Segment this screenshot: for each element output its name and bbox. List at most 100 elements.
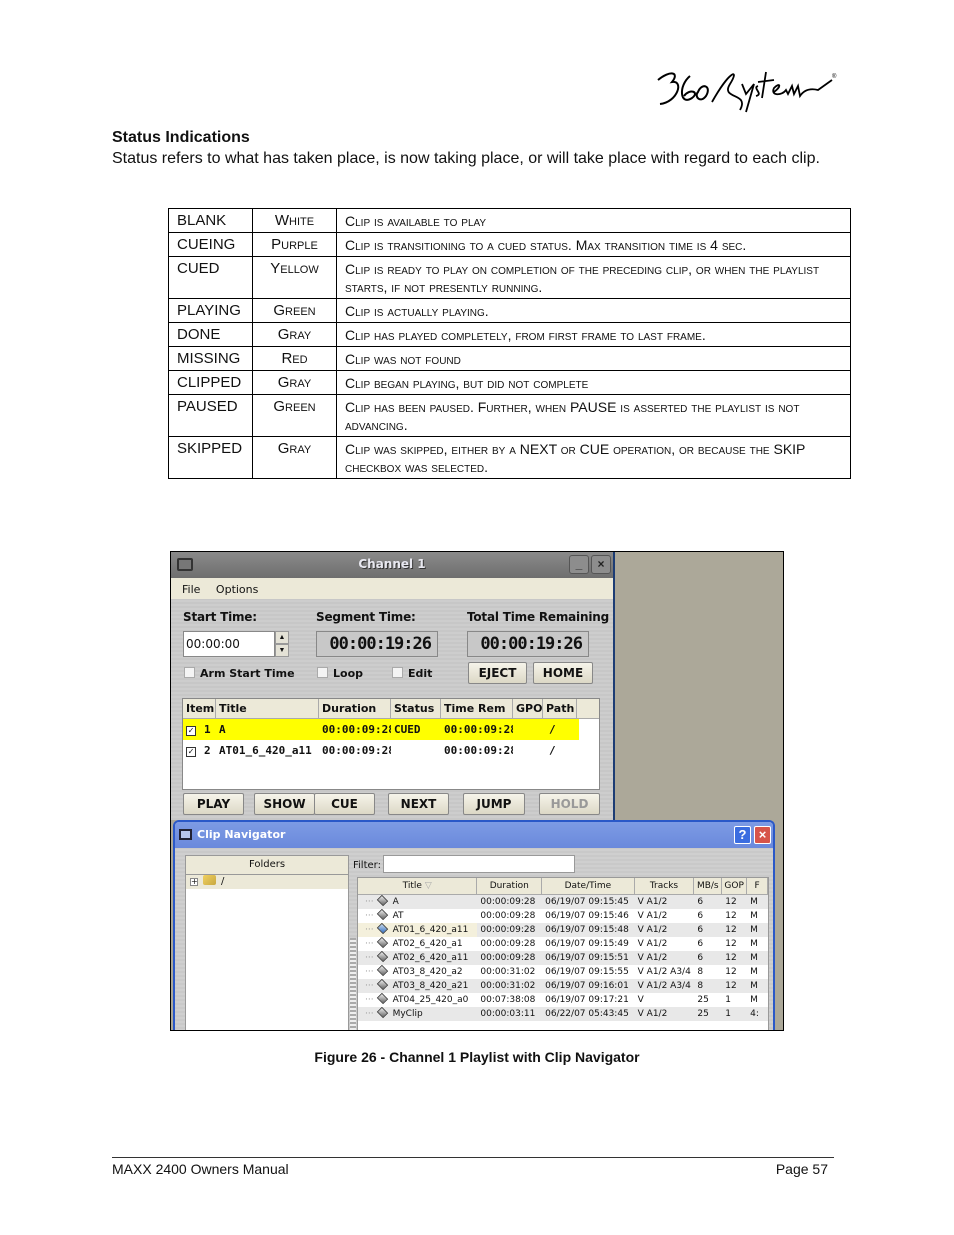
close-button[interactable]: ×: [591, 555, 611, 574]
col-item[interactable]: Item: [183, 699, 216, 718]
status-description: Clip began playing, but did not complete: [336, 370, 851, 395]
cell-tracks: V A1/2 A3/4: [637, 967, 691, 977]
col-gpo[interactable]: GPO: [513, 699, 543, 718]
status-description: Clip was not found: [336, 346, 851, 371]
arm-start-time-checkbox[interactable]: Arm Start Time: [184, 667, 295, 680]
show-button[interactable]: SHOW: [254, 793, 315, 815]
status-row: BLANK White Clip is available to play: [168, 208, 851, 233]
status-color: Green: [252, 394, 337, 437]
next-button[interactable]: NEXT: [388, 793, 449, 815]
col-path[interactable]: Path: [543, 699, 577, 718]
col-f[interactable]: F: [747, 878, 768, 894]
col-title[interactable]: Title ▽: [358, 878, 478, 894]
hold-button[interactable]: HOLD: [539, 793, 600, 815]
col-datetime[interactable]: Date/Time: [542, 878, 635, 894]
spin-down-icon[interactable]: ▼: [275, 644, 289, 657]
channel-titlebar: Channel 1 _ ×: [171, 552, 613, 578]
pane-splitter[interactable]: [350, 938, 356, 1030]
status-row: PAUSED Green Clip has been paused. Further…: [168, 394, 851, 437]
help-button[interactable]: ?: [734, 826, 751, 844]
figure-screenshot: Channel 1 _ × File Options Start Time: S…: [170, 551, 784, 1031]
cell-title: AT01_6_420_a11: [219, 744, 312, 757]
clip-navigator-body: Folders + / Filter: Title ▽ Duration Date…: [175, 848, 773, 1030]
cell-time-rem: 00:00:09:28: [444, 723, 513, 736]
tree-line-icon: ···: [365, 897, 374, 907]
enable-checkbox[interactable]: ✓: [186, 747, 196, 757]
cell-duration: 00:07:38:08: [480, 995, 536, 1005]
cell-f: 4:: [750, 1009, 759, 1019]
clip-row[interactable]: ··· AT02_6_420_a11 00:00:09:28 06/19/07 09:…: [358, 951, 768, 965]
cell-mbs: 6: [697, 939, 704, 949]
eject-button[interactable]: EJECT: [468, 662, 527, 684]
cell-f: M: [750, 897, 758, 907]
col-duration[interactable]: Duration: [319, 699, 391, 718]
playlist-row[interactable]: ✓ 1 A 00:00:09:28 CUED 00:00:09:28/: [183, 719, 579, 740]
start-time-input[interactable]: 00:00:00: [183, 631, 275, 657]
cell-item: ✓ 1: [183, 723, 216, 736]
cell-path: /: [549, 723, 556, 736]
cell-time-rem: 00:00:09:28: [444, 744, 513, 757]
loop-checkbox[interactable]: Loop: [317, 667, 363, 680]
clip-row[interactable]: ··· MyClip 00:00:03:11 06/22/07 05:43:45 V A…: [358, 1007, 768, 1021]
clip-icon: [376, 951, 388, 963]
col-title[interactable]: Title: [216, 699, 319, 718]
cell-gop: 12: [725, 911, 737, 921]
col-status[interactable]: Status: [391, 699, 441, 718]
col-duration[interactable]: Duration: [477, 878, 543, 894]
cell-mbs: 25: [697, 1009, 709, 1019]
status-color: Gray: [252, 322, 337, 347]
folder-root[interactable]: + /: [186, 875, 348, 889]
cell-tracks: V A1/2: [637, 1009, 668, 1019]
col-gop[interactable]: GOP: [722, 878, 748, 894]
home-button[interactable]: HOME: [533, 662, 593, 684]
section-intro: Status refers to what has taken place, i…: [112, 150, 820, 167]
clip-icon: [376, 965, 388, 977]
expand-icon[interactable]: +: [190, 878, 198, 886]
status-name: SKIPPED: [168, 436, 253, 479]
minimize-button[interactable]: _: [569, 555, 589, 574]
clip-row[interactable]: ··· AT03_8_420_a2 00:00:31:02 06/19/07 09:1…: [358, 965, 768, 979]
playlist-row[interactable]: ✓ 2 AT01_6_420_a11 00:00:09:28 00:00:09:28 /: [183, 740, 599, 761]
start-time-spinner[interactable]: ▲ ▼: [275, 631, 289, 657]
close-button[interactable]: ×: [754, 826, 771, 844]
segment-time-label: Segment Time:: [316, 610, 416, 624]
clip-row[interactable]: ··· A 00:00:09:28 06/19/07 09:15:45 V A1/2 6 1…: [358, 895, 768, 909]
cell-f: M: [750, 939, 758, 949]
filter-input[interactable]: [383, 855, 575, 873]
status-description: Clip is actually playing.: [336, 298, 851, 323]
col-mbs[interactable]: MB/s: [694, 878, 723, 894]
status-row: PLAYING Green Clip is actually playing.: [168, 298, 851, 323]
cell-mbs: 6: [697, 911, 704, 921]
clip-row[interactable]: ··· AT02_6_420_a1 00:00:09:28 06/19/07 09:1…: [358, 937, 768, 951]
col-tracks[interactable]: Tracks: [635, 878, 695, 894]
edit-checkbox[interactable]: Edit: [392, 667, 432, 680]
cell-duration: 00:00:09:28: [480, 897, 536, 907]
clip-icon: [376, 923, 388, 935]
menu-options[interactable]: Options: [216, 583, 258, 596]
status-description: Clip has been paused. Further, when PAUS…: [336, 394, 851, 437]
arm-start-time-label: Arm Start Time: [200, 667, 295, 680]
segment-time-display: 00:00:19:26: [316, 631, 438, 657]
status-color: Yellow: [252, 256, 337, 299]
clip-list-header: Title ▽ Duration Date/Time Tracks MB/s G…: [358, 878, 768, 895]
cell-gop: 1: [725, 1009, 731, 1019]
status-name: PLAYING: [168, 298, 253, 323]
folder-root-label: /: [221, 876, 225, 887]
cell-gop: 12: [725, 953, 737, 963]
col-time-rem[interactable]: Time Rem: [441, 699, 513, 718]
clip-row[interactable]: ··· AT01_6_420_a11 00:00:09:28 06/19/07 09:…: [358, 923, 768, 937]
folders-header[interactable]: Folders: [186, 856, 348, 875]
status-name: BLANK: [168, 208, 253, 233]
jump-button[interactable]: JUMP: [463, 793, 525, 815]
menu-file[interactable]: File: [182, 583, 200, 596]
clip-row[interactable]: ··· AT04_25_420_a0 00:07:38:08 06/19/07 09:…: [358, 993, 768, 1007]
play-button[interactable]: PLAY: [183, 793, 244, 815]
clip-row[interactable]: ··· AT 00:00:09:28 06/19/07 09:15:46 V A1/2 6…: [358, 909, 768, 923]
cell-duration: 00:00:09:28: [322, 723, 391, 736]
cue-button[interactable]: CUE: [314, 793, 375, 815]
clip-row[interactable]: ··· AT03_8_420_a21 00:00:31:02 06/19/07 09:…: [358, 979, 768, 993]
enable-checkbox[interactable]: ✓: [186, 726, 196, 736]
cell-title: ··· AT04_25_420_a0: [358, 993, 477, 1007]
total-remaining-label: Total Time Remaining: [467, 610, 609, 624]
spin-up-icon[interactable]: ▲: [275, 631, 289, 644]
